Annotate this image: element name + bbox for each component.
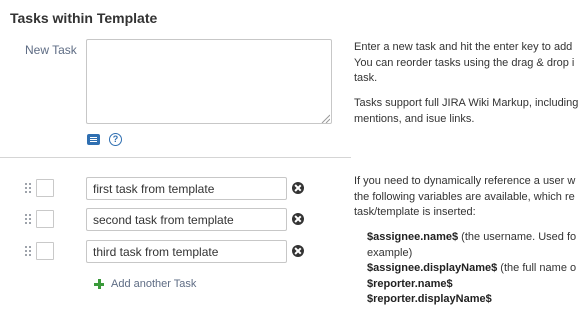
help-text-markup: Tasks support full JIRA Wiki Markup, inc… (354, 96, 578, 127)
help-line: mentions, and isue links. (354, 112, 475, 125)
section-divider (0, 157, 351, 158)
help-icon[interactable]: ? (109, 133, 122, 146)
variable-name: $reporter.displayName$ (367, 293, 492, 305)
help-line: Tasks support full JIRA Wiki Markup, inc… (354, 97, 579, 109)
help-line: the following variables are available, w… (354, 190, 575, 203)
add-task-label: Add another Task (111, 278, 197, 290)
help-line: If you need to dynamically reference a u… (354, 175, 576, 187)
delete-task-icon[interactable] (292, 182, 304, 194)
help-line: task/template is inserted: (354, 206, 476, 218)
task-checkbox[interactable] (36, 210, 54, 228)
delete-task-icon[interactable] (292, 213, 304, 225)
variable-item: example) (367, 246, 576, 262)
variable-name: $assignee.displayName$ (367, 262, 498, 274)
task-input[interactable] (86, 240, 287, 263)
task-input[interactable] (86, 208, 287, 231)
variable-desc: (the full name o (497, 262, 577, 274)
variable-desc: (the username. Used fo (458, 231, 577, 243)
drag-handle-icon[interactable] (25, 246, 31, 256)
section-title: Tasks within Template (10, 10, 158, 26)
help-text-variables: If you need to dynamically reference a u… (354, 174, 575, 221)
delete-task-icon[interactable] (292, 245, 304, 257)
help-text-top: Enter a new task and hit the enter key t… (354, 40, 574, 87)
wiki-editor-icon[interactable] (87, 134, 100, 145)
plus-icon (94, 279, 104, 289)
task-checkbox[interactable] (36, 179, 54, 197)
variable-list: $assignee.name$ (the username. Used fo e… (367, 230, 576, 308)
help-line: You can reorder tasks using the drag & d… (354, 56, 575, 69)
variable-item: $assignee.displayName$ (the full name o (367, 261, 576, 277)
new-task-textarea[interactable] (86, 39, 332, 124)
help-line: task. (354, 72, 378, 84)
variable-item: $reporter.name$ (367, 277, 576, 293)
task-input[interactable] (86, 177, 287, 200)
help-line: Enter a new task and hit the enter key t… (354, 41, 573, 53)
variable-item: $reporter.displayName$ (367, 292, 576, 308)
new-task-label: New Task (25, 43, 77, 57)
variable-desc: example) (367, 246, 413, 259)
variable-name: $reporter.name$ (367, 277, 453, 290)
resize-grip-icon[interactable] (320, 114, 330, 123)
variable-name: $assignee.name$ (367, 231, 459, 243)
task-checkbox[interactable] (36, 242, 54, 260)
drag-handle-icon[interactable] (25, 183, 31, 193)
drag-handle-icon[interactable] (25, 214, 31, 224)
variable-item: $assignee.name$ (the username. Used fo (367, 230, 576, 246)
